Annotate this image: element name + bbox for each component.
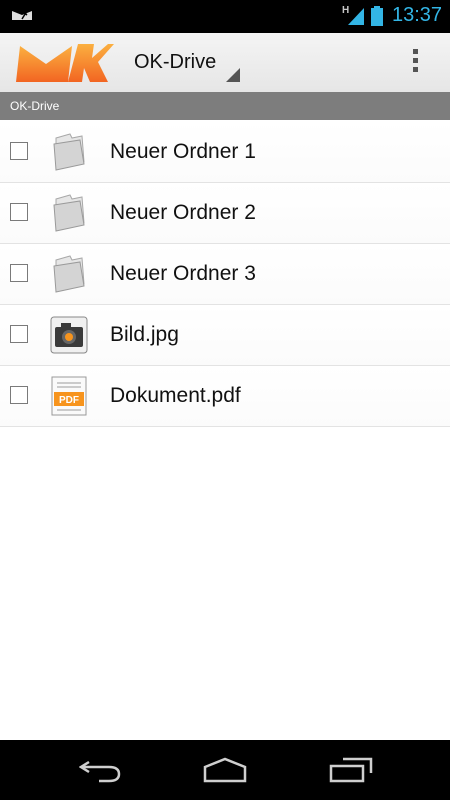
file-name: Neuer Ordner 2 [110,201,256,224]
app-title[interactable]: OK-Drive [134,51,216,74]
navigation-bar [0,740,450,800]
file-name: Bild.jpg [110,323,179,346]
dropdown-caret-icon[interactable] [226,68,240,82]
notification-logo-icon [12,10,32,20]
breadcrumb-label: OK-Drive [10,99,60,113]
action-bar: OK-Drive [0,33,450,92]
list-item-folder-1[interactable]: Neuer Ordner 1 [0,122,450,183]
list-item-folder-3[interactable]: Neuer Ordner 3 [0,244,450,305]
pdf-icon-label: PDF [59,395,79,406]
file-name: Neuer Ordner 3 [110,262,256,285]
ok-mail-logo-icon[interactable] [16,42,114,84]
back-icon[interactable] [79,757,121,783]
list-item-folder-2[interactable]: Neuer Ordner 2 [0,183,450,244]
folder-icon [53,133,85,171]
battery-icon [371,6,383,26]
status-clock: 13:37 [392,4,443,26]
overflow-menu-icon[interactable] [405,46,425,80]
status-bar: H 13:37 [0,0,450,33]
signal-icon [348,8,364,25]
folder-icon [53,194,85,232]
select-checkbox[interactable] [10,264,28,282]
file-name: Dokument.pdf [110,384,241,407]
select-checkbox[interactable] [10,142,28,160]
recent-apps-icon[interactable] [329,757,373,783]
folder-icon [53,255,85,293]
breadcrumb: OK-Drive [0,92,450,120]
file-list: Neuer Ordner 1 Neuer Ordner 2 Neuer Ordn… [0,122,450,427]
select-checkbox[interactable] [10,386,28,404]
image-file-icon [50,316,88,354]
home-icon[interactable] [202,757,248,783]
list-item-image[interactable]: Bild.jpg [0,305,450,366]
list-item-pdf[interactable]: PDF Dokument.pdf [0,366,450,427]
select-checkbox[interactable] [10,203,28,221]
pdf-file-icon: PDF [51,376,87,416]
select-checkbox[interactable] [10,325,28,343]
file-name: Neuer Ordner 1 [110,140,256,163]
